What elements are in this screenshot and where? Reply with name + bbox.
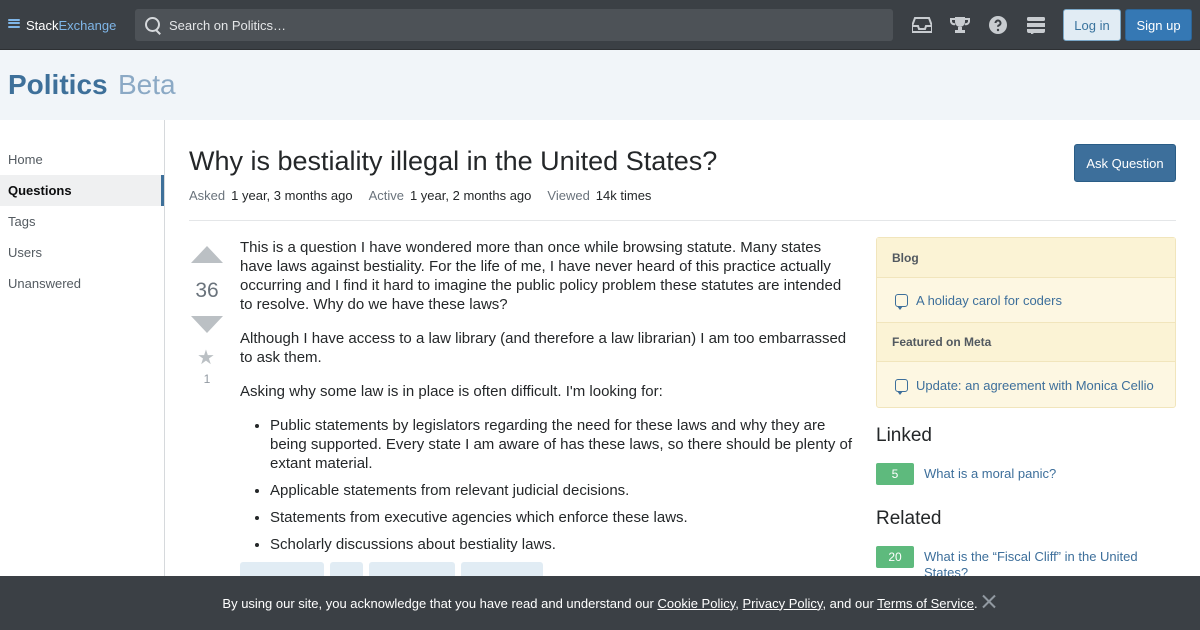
close-icon[interactable]: [980, 593, 998, 611]
blog-item-label[interactable]: A holiday carol for coders: [916, 293, 1062, 308]
inbox-icon[interactable]: [912, 13, 932, 37]
post-list: Public statements by legislators regardi…: [270, 416, 856, 554]
cookie-text: , and our: [822, 595, 878, 611]
related-heading: Related: [876, 508, 942, 529]
list-item: Public statements by legislators regardi…: [270, 416, 856, 473]
speech-bubble-icon: [895, 293, 908, 310]
ask-question-button[interactable]: Ask Question: [1074, 144, 1176, 182]
list-item: Statements from executive agencies which…: [270, 508, 856, 527]
post-paragraph: Asking why some law is in place is often…: [240, 383, 663, 400]
linked-question[interactable]: 5 What is a moral panic?: [876, 463, 1154, 485]
search-input[interactable]: [169, 10, 893, 40]
stackexchange-icon: [8, 18, 20, 32]
nav-item-unanswered[interactable]: Unanswered: [0, 268, 164, 299]
site-header: Politics Beta: [0, 50, 1200, 120]
cookie-text: By using our site, you acknowledge that …: [222, 595, 658, 611]
favorite-count: 1: [203, 372, 211, 386]
nav-item-users[interactable]: Users: [0, 237, 164, 268]
viewed-label: Viewed: [547, 188, 590, 203]
cookie-banner: By using our site, you acknowledge that …: [0, 576, 1200, 630]
cookie-text: ,: [735, 595, 743, 611]
active-label: Active: [368, 188, 404, 203]
list-item: Applicable statements from relevant judi…: [270, 481, 856, 500]
meta-heading: Featured on Meta: [877, 322, 1175, 362]
meta-item-label[interactable]: Update: an agreement with Monica Cellio: [916, 378, 1154, 393]
downvote-arrow-icon[interactable]: [191, 316, 223, 333]
site-beta-label: Beta: [118, 69, 176, 100]
post-paragraph: Although I have access to a law library …: [240, 330, 847, 366]
post-paragraph: This is a question I have wondered more …: [240, 239, 842, 313]
cookie-text: .: [973, 595, 978, 611]
privacy-policy-link[interactable]: Privacy Policy: [743, 596, 823, 611]
site-switcher-icon[interactable]: [1026, 13, 1046, 37]
vote-count: 36: [195, 279, 219, 302]
brand-stack: Stack: [26, 17, 59, 33]
stackexchange-logo[interactable]: Stack Exchange: [8, 15, 116, 35]
answer-score-badge: 5: [876, 463, 914, 485]
site-name-link[interactable]: Politics: [8, 69, 108, 101]
nav-item-questions[interactable]: Questions: [0, 175, 164, 206]
question-meta: Asked 1 year, 3 months ago Active 1 year…: [189, 188, 667, 203]
favorite-star-icon[interactable]: ★: [197, 345, 215, 370]
trophy-icon[interactable]: [950, 13, 970, 37]
blog-heading: Blog: [877, 238, 1175, 278]
cookie-message: By using our site, you acknowledge that …: [222, 596, 977, 611]
help-icon[interactable]: [988, 13, 1008, 37]
divider: [189, 220, 1176, 221]
search-box: [135, 9, 893, 41]
left-sidebar: Home Questions Tags Users Unanswered: [0, 120, 165, 630]
search-icon: [135, 9, 169, 41]
terms-of-service-link[interactable]: Terms of Service: [877, 596, 974, 611]
signup-button[interactable]: Sign up: [1125, 9, 1192, 41]
active-value[interactable]: 1 year, 2 months ago: [410, 188, 531, 203]
top-bar: StackExchange Log in Sign up: [0, 0, 1200, 50]
blog-meta-widget: Blog A holiday carol for coders Featured…: [876, 237, 1176, 408]
asked-label: Asked: [189, 188, 226, 203]
blog-item[interactable]: A holiday carol for coders: [877, 278, 1175, 322]
asked-value: 1 year, 3 months ago: [231, 188, 353, 203]
upvote-arrow-icon[interactable]: [191, 246, 223, 263]
list-item: Scholarly discussions about bestiality l…: [270, 535, 856, 554]
speech-bubble-icon: [895, 378, 908, 395]
nav-item-home[interactable]: Home: [0, 144, 164, 175]
linked-heading: Linked: [876, 425, 932, 446]
question-title[interactable]: Why is bestiality illegal in the United …: [189, 146, 717, 177]
question-body: This is a question I have wondered more …: [240, 238, 856, 586]
meta-item[interactable]: Update: an agreement with Monica Cellio: [877, 363, 1175, 407]
login-button[interactable]: Log in: [1063, 9, 1121, 41]
top-icons: [912, 13, 1046, 37]
brand-exchange: Exchange: [58, 17, 117, 33]
linked-question-title[interactable]: What is a moral panic?: [924, 466, 1154, 482]
cookie-policy-link[interactable]: Cookie Policy: [657, 596, 735, 611]
viewed-value: 14k times: [595, 188, 652, 203]
answer-score-badge: 20: [876, 546, 914, 568]
nav-item-tags[interactable]: Tags: [0, 206, 164, 237]
